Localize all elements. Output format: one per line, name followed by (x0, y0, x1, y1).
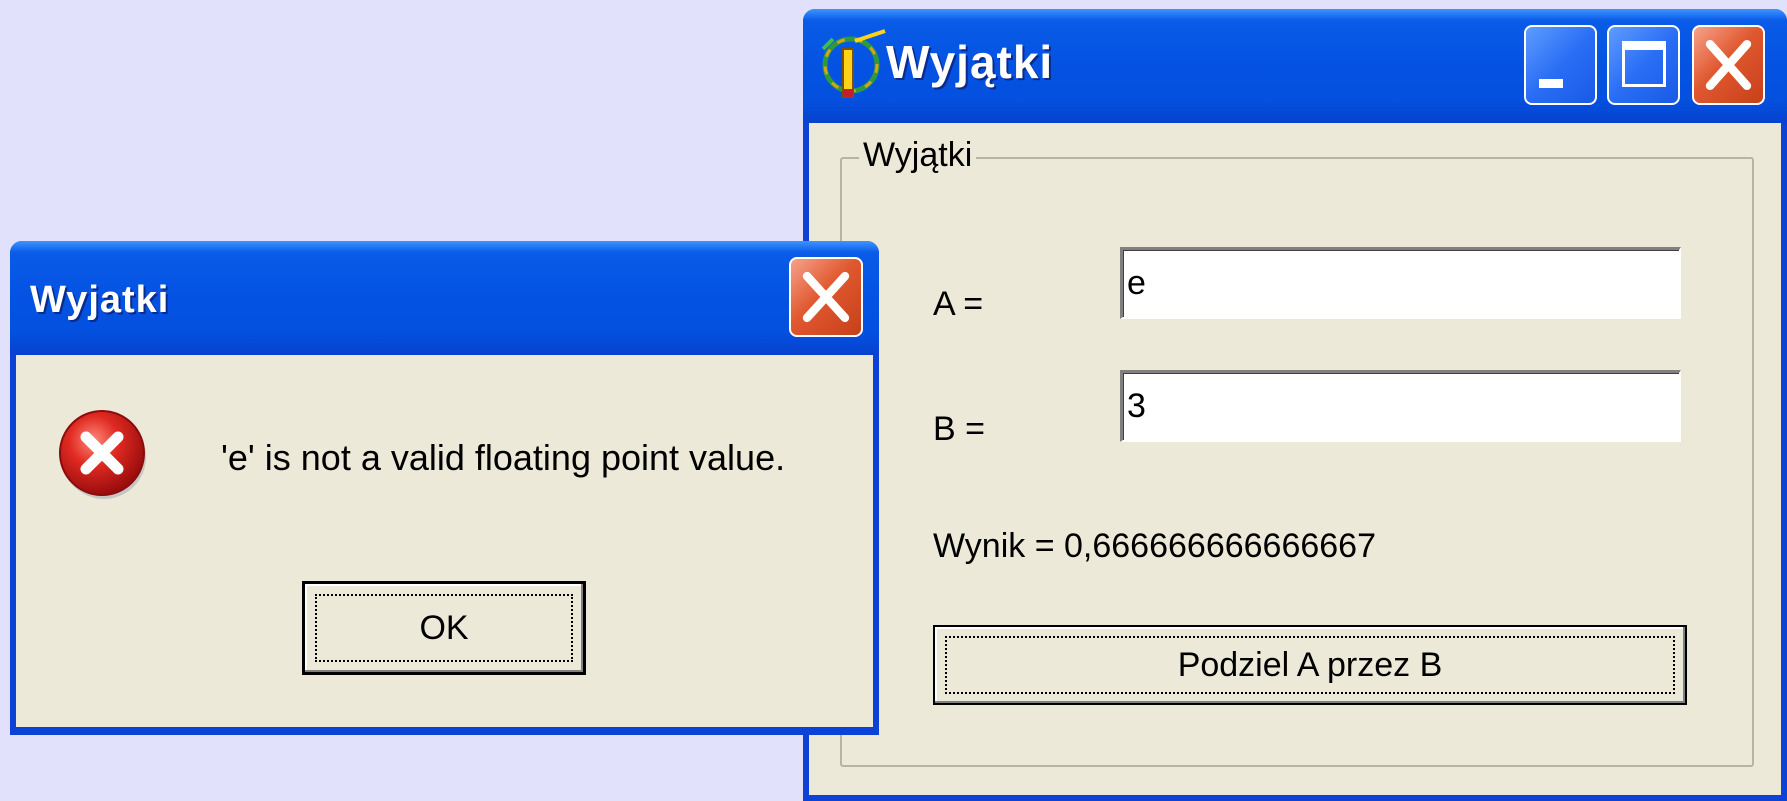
result-text: Wynik = 0,666666666666667 (933, 527, 1376, 565)
close-icon (1705, 39, 1752, 91)
main-window-title: Wyjątki (886, 36, 1054, 88)
divide-button-label: Podziel A przez B (945, 636, 1675, 694)
message-box-client-area: 'e' is not a valid floating point value.… (16, 355, 873, 727)
maximize-button[interactable] (1607, 25, 1680, 105)
divide-button[interactable]: Podziel A przez B (933, 625, 1687, 705)
label-a: A = (933, 285, 984, 323)
message-box-titlebar[interactable]: Wyjatki (10, 241, 879, 355)
minimize-icon (1539, 79, 1563, 88)
main-titlebar[interactable]: Wyjątki (803, 9, 1787, 123)
ok-button-label: OK (315, 594, 573, 662)
input-b[interactable] (1120, 370, 1681, 442)
main-window: Wyjątki Wyjątki A = B = Wynik = 0,666666… (803, 9, 1787, 801)
close-icon (802, 271, 850, 323)
maximize-icon (1622, 41, 1666, 87)
app-icon (821, 29, 886, 98)
input-a[interactable] (1120, 247, 1681, 319)
minimize-button[interactable] (1524, 25, 1597, 105)
result-label: Wynik = 0,666666666666667 (933, 527, 1376, 566)
main-client-area: Wyjątki A = B = Wynik = 0,66666666666666… (809, 123, 1781, 795)
label-b: B = (933, 410, 985, 448)
message-text: 'e' is not a valid floating point value. (221, 437, 786, 478)
message-box: Wyjatki 'e' is not a valid floating poin… (10, 241, 879, 735)
ok-button[interactable]: OK (302, 581, 586, 675)
message-box-close-button[interactable] (789, 257, 863, 337)
error-icon (59, 410, 146, 499)
groupbox-label: Wyjątki (859, 136, 977, 175)
close-button[interactable] (1692, 25, 1765, 105)
message-box-title: Wyjatki (30, 279, 170, 321)
